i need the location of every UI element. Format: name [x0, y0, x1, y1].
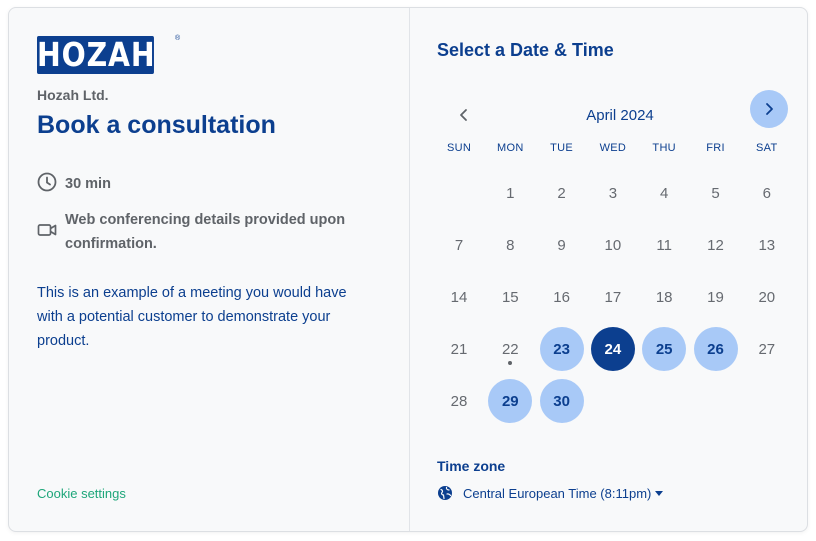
- registered-mark: ®: [175, 35, 181, 42]
- timezone-label: Time zone: [437, 458, 506, 474]
- calendar-day-4: 4: [660, 184, 669, 202]
- calendar-day-25[interactable]: 25: [642, 327, 687, 371]
- location-row: Web conferencing details provided upon c…: [37, 208, 345, 256]
- calendar-day-6: 6: [762, 184, 771, 202]
- globe-icon: [437, 485, 453, 501]
- calendar-day-21: 21: [450, 340, 468, 358]
- calendar-day-9: 9: [557, 236, 566, 254]
- duration-row: 30 min: [37, 172, 111, 196]
- duration-text: 30 min: [65, 176, 111, 192]
- calendar-day-12: 12: [707, 236, 724, 254]
- calendar-day-29[interactable]: 29: [488, 379, 533, 423]
- weekday-tue: TUE: [550, 142, 574, 154]
- scheduler-heading: Select a Date & Time: [437, 40, 614, 60]
- description-line-3: product.: [37, 333, 90, 349]
- calendar-day-16: 16: [553, 288, 570, 306]
- calendar-day-8: 8: [506, 236, 515, 254]
- previous-month-button[interactable]: [445, 96, 483, 134]
- calendar-day-1: 1: [506, 184, 515, 202]
- weekday-thu: THU: [652, 142, 676, 154]
- weekday-mon: MON: [497, 142, 524, 154]
- calendar-day-19: 19: [707, 288, 724, 306]
- calendar-day-13: 13: [758, 236, 776, 254]
- calendar-day-5: 5: [711, 184, 720, 202]
- calendar-day-7: 7: [454, 236, 464, 254]
- booking-card: HOZAH ® Hozah Ltd. Book a consultation 3…: [8, 7, 808, 532]
- calendar-day-27: 27: [758, 340, 776, 358]
- calendar-day-11: 11: [656, 236, 672, 254]
- video-camera-icon: [37, 220, 57, 240]
- timezone-select[interactable]: Central European Time (8:11pm): [437, 485, 664, 501]
- calendar-day-24[interactable]: 24: [590, 327, 635, 371]
- weekday-wed: WED: [599, 142, 627, 154]
- timezone-value: Central European Time (8:11pm): [463, 485, 652, 501]
- location-line-1: Web conferencing details provided upon: [65, 212, 346, 228]
- company-logo: HOZAH: [37, 35, 156, 74]
- chevron-right-icon: [762, 102, 776, 116]
- calendar-day-26[interactable]: 26: [693, 327, 738, 371]
- location-line-2: confirmation.: [65, 236, 157, 252]
- company-name: Hozah Ltd.: [37, 87, 109, 103]
- location-text: Web conferencing details provided upon c…: [65, 208, 345, 256]
- current-month: April 2024: [586, 107, 654, 124]
- calendar-day-14: 14: [450, 288, 468, 306]
- calendar-day-18: 18: [655, 288, 673, 306]
- calendar-day-17: 17: [604, 288, 622, 306]
- calendar-day-10: 10: [604, 236, 622, 254]
- clock-icon: [37, 172, 57, 192]
- calendar-day-28: 28: [450, 392, 468, 410]
- description-line-2: with a potential customer to demonstrate…: [37, 309, 331, 325]
- calendar-day-2: 2: [557, 184, 566, 202]
- calendar-day-23[interactable]: 23: [539, 327, 584, 371]
- weekday-fri: FRI: [706, 142, 725, 154]
- event-description: This is an example of a meeting you woul…: [37, 281, 387, 353]
- next-month-button[interactable]: [750, 90, 788, 128]
- description-line-1: This is an example of a meeting you woul…: [37, 285, 347, 301]
- panel-divider: [409, 8, 410, 531]
- weekday-sat: SAT: [756, 142, 778, 154]
- chevron-left-icon: [457, 108, 471, 122]
- event-title: Book a consultation: [37, 111, 276, 139]
- caret-down-icon: [655, 490, 664, 496]
- calendar-day-30[interactable]: 30: [539, 379, 584, 423]
- calendar-day-15: 15: [501, 288, 519, 306]
- calendar-day-20: 20: [758, 288, 776, 306]
- cookie-settings-link[interactable]: Cookie settings: [37, 486, 126, 501]
- weekday-sun: SUN: [446, 142, 472, 154]
- calendar-day-3: 3: [608, 184, 618, 202]
